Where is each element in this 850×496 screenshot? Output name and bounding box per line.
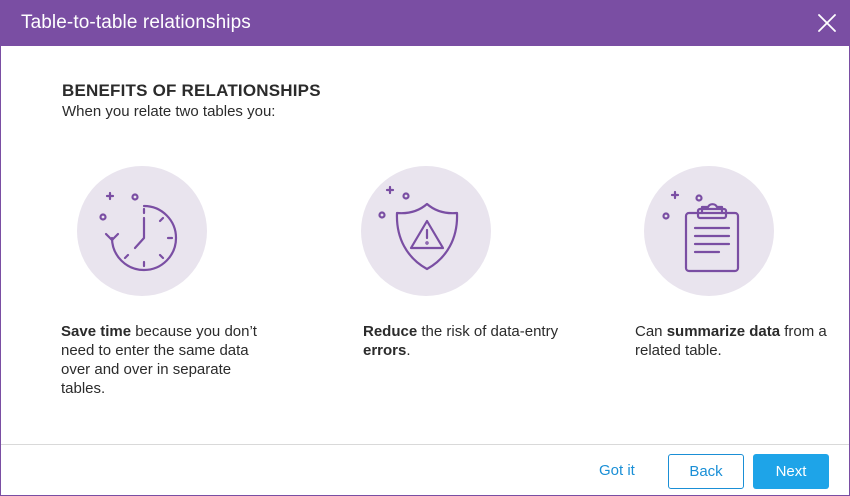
benefit-prefix-text: Can bbox=[635, 323, 667, 340]
close-button[interactable] bbox=[815, 11, 839, 35]
benefit-bold-text: Save time bbox=[61, 323, 132, 340]
benefit-text: Can summarize data from a related table. bbox=[635, 322, 835, 360]
section-subheading: When you relate two tables you: bbox=[62, 103, 276, 120]
close-icon bbox=[818, 14, 836, 32]
benefit-bold-text: Reduce bbox=[363, 323, 418, 340]
back-button[interactable]: Back bbox=[668, 454, 744, 489]
next-button[interactable]: Next bbox=[753, 454, 829, 489]
benefit-text: Reduce the risk of data-entry errors. bbox=[363, 322, 563, 360]
clock-icon bbox=[99, 191, 178, 272]
icon-circle bbox=[644, 166, 774, 296]
benefit-summarize-data: Can summarize data from a related table. bbox=[635, 166, 844, 359]
dialog-titlebar: Table-to-table relationships bbox=[1, 1, 849, 46]
benefit-bold-text: summarize data bbox=[666, 323, 781, 340]
benefit-end-text: . bbox=[406, 342, 411, 359]
benefit-middle-text: the risk of data-entry bbox=[417, 323, 559, 340]
section-heading: BENEFITS OF RELATIONSHIPS bbox=[62, 81, 321, 100]
benefit-bold-text-2: errors bbox=[363, 342, 407, 359]
got-it-link[interactable]: Got it bbox=[599, 462, 635, 479]
benefit-text: Save time because you don’t need to ente… bbox=[61, 322, 261, 398]
clipboard-icon bbox=[662, 190, 740, 273]
icon-circle bbox=[77, 166, 207, 296]
icon-circle bbox=[361, 166, 491, 296]
dialog: Table-to-table relationships BENEFITS OF… bbox=[0, 0, 850, 496]
shield-warning-icon bbox=[378, 185, 459, 271]
dialog-title: Table-to-table relationships bbox=[21, 12, 251, 33]
footer-divider bbox=[1, 444, 849, 445]
benefit-save-time: Save time because you don’t need to ente… bbox=[61, 166, 277, 397]
benefit-reduce-errors: Reduce the risk of data-entry errors. bbox=[361, 166, 561, 359]
